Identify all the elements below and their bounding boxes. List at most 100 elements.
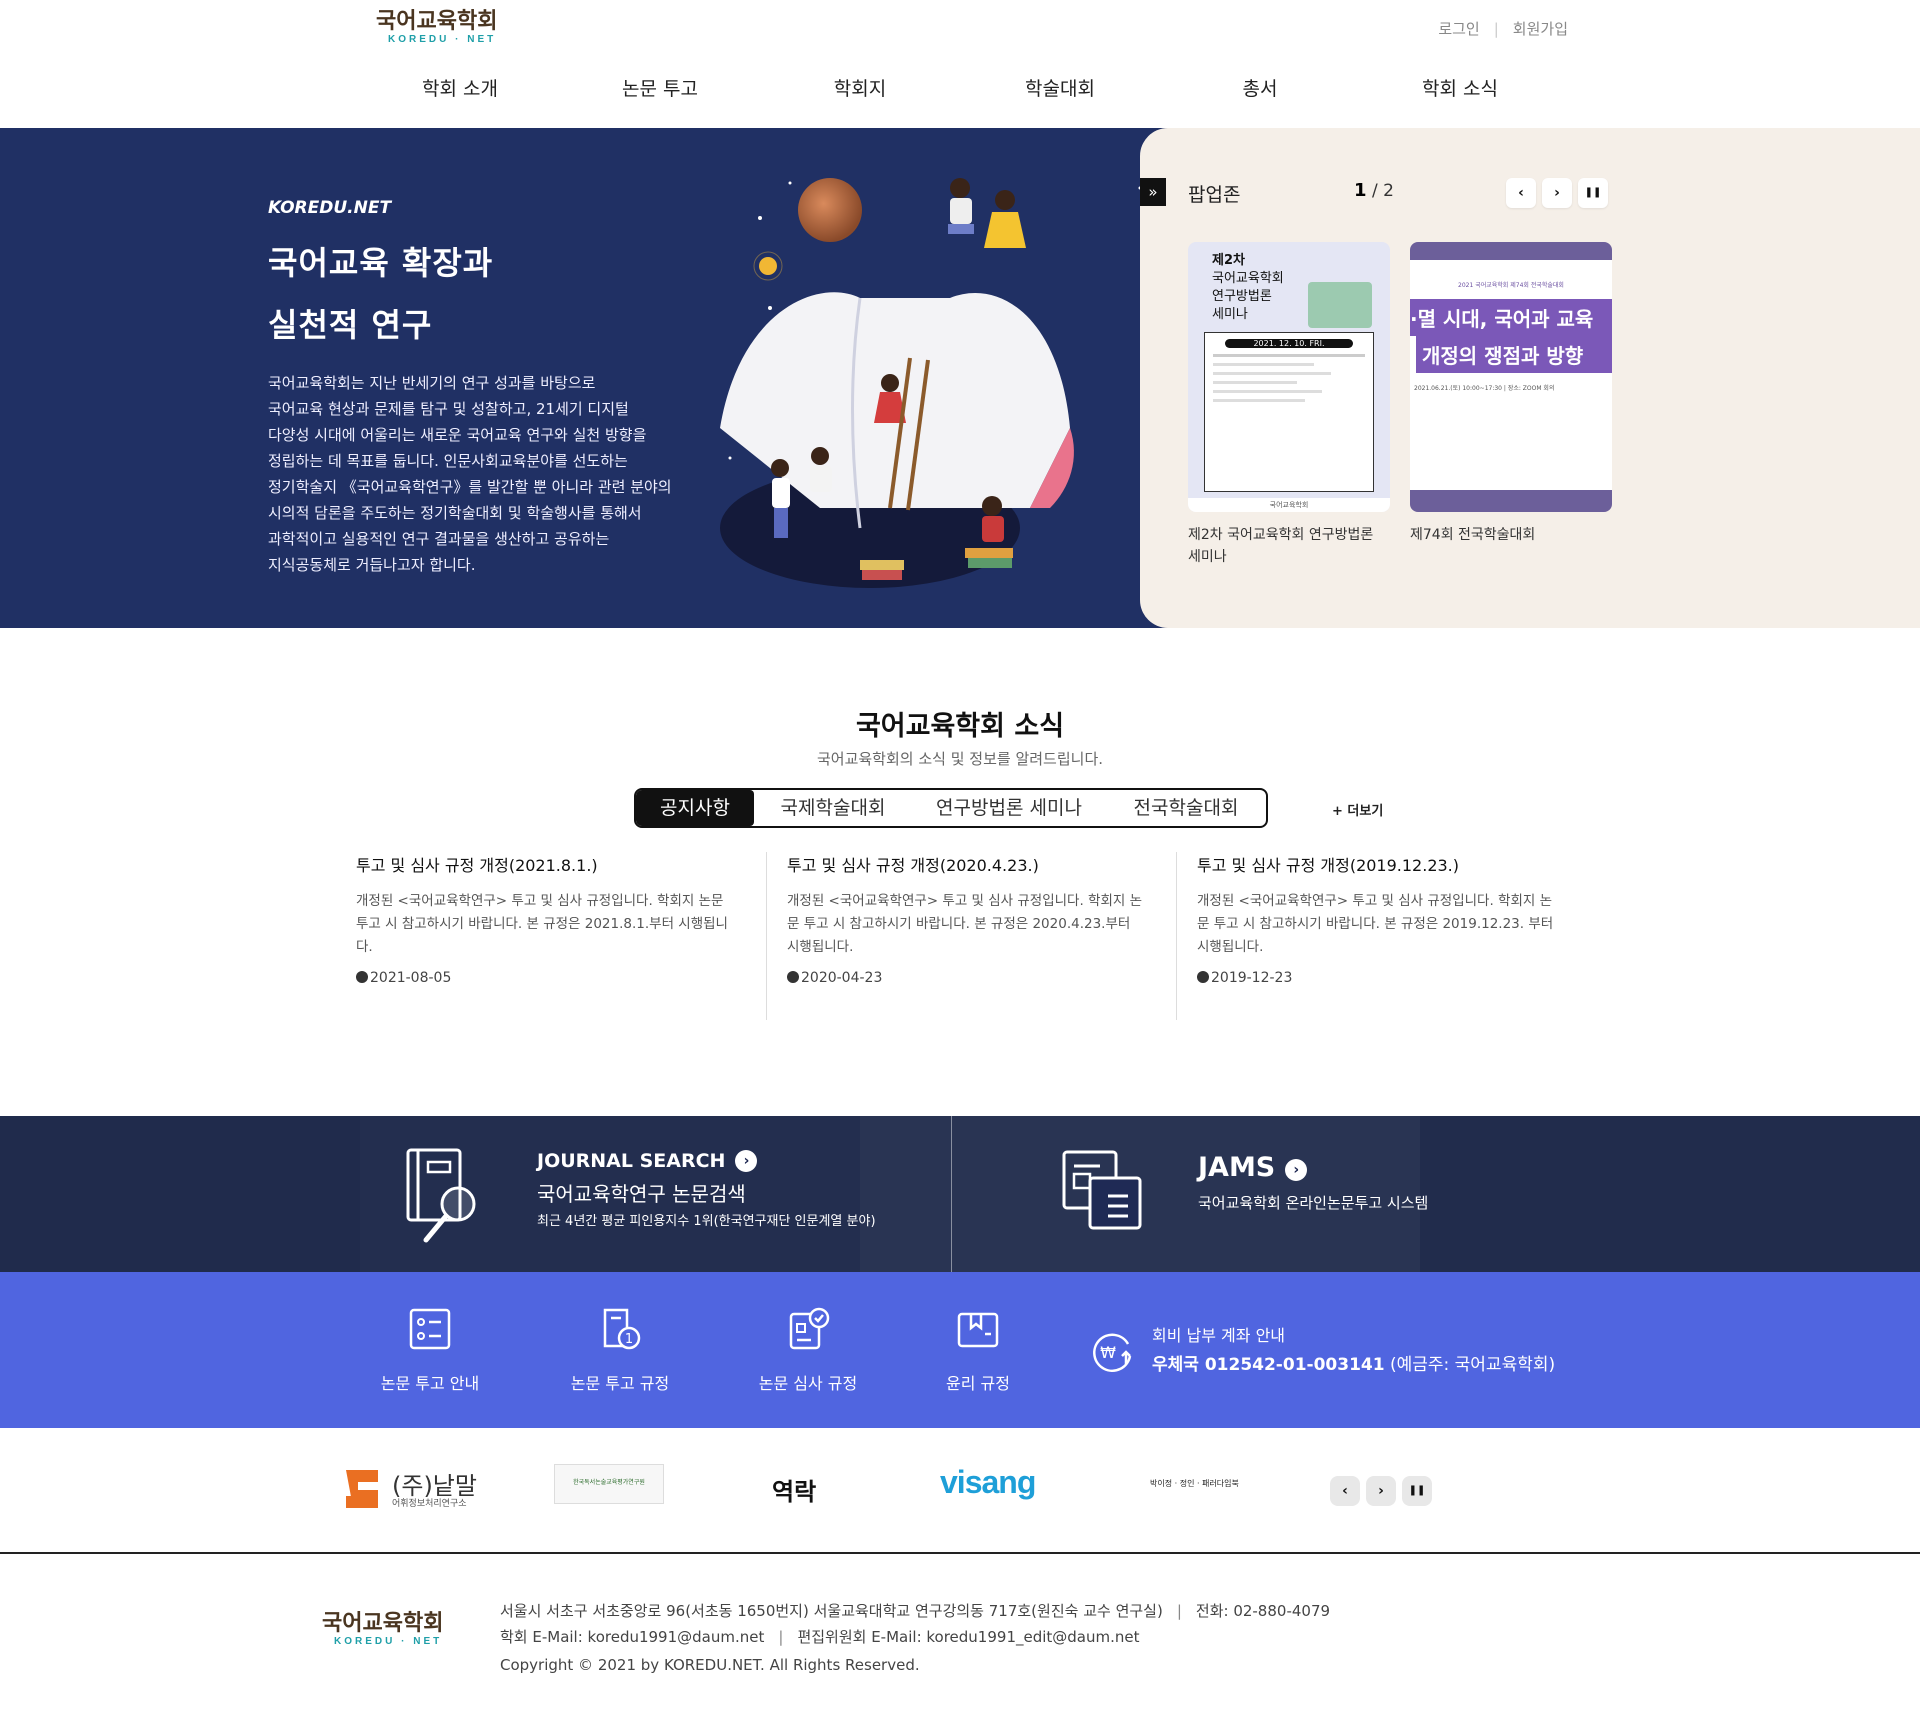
document-check-icon <box>789 1307 830 1350</box>
news-item-date: 2020-04-23 <box>787 970 1144 986</box>
news-tabs: 공지사항 국제학술대회 연구방법론 세미나 전국학술대회 <box>634 788 1268 828</box>
popup-total: / 2 <box>1371 181 1394 201</box>
partner-prev-button[interactable]: ‹ <box>1330 1476 1360 1506</box>
banner-overlay <box>0 1116 1920 1272</box>
tab-international-conference[interactable]: 국제학술대회 <box>754 790 912 826</box>
quick-item-label: 논문 투고 규정 <box>570 1374 670 1393</box>
clock-icon <box>356 971 368 983</box>
hero-brand: KOREDU.NET <box>268 198 392 218</box>
partner-logo-pijeong[interactable]: 박이정 · 정인 · 패러다임북 <box>1150 1478 1250 1532</box>
tab-notice[interactable]: 공지사항 <box>636 790 754 826</box>
clock-icon <box>1197 971 1209 983</box>
tab-national-conference[interactable]: 전국학술대회 <box>1106 790 1266 826</box>
poster-line: 국어교육학회 <box>1212 271 1284 286</box>
clock-icon <box>787 971 799 983</box>
hero-desc-line: 다양성 시대에 어울리는 새로운 국어교육 연구와 실천 방향을 <box>268 426 647 444</box>
popup-prev-button[interactable]: ‹ <box>1506 178 1536 208</box>
arrow-right-icon[interactable]: › <box>1285 1159 1308 1181</box>
partner-logo-natmal[interactable]: (주)낱말 어휘정보처리연구소 <box>344 1462 484 1516</box>
news-item-desc: 개정된 <국어교육학연구> 투고 및 심사 규정입니다. 학회지 논문 투고 시… <box>1197 893 1554 955</box>
book-search-icon <box>406 1148 476 1243</box>
books-icon <box>1308 282 1372 328</box>
nav-item-about[interactable]: 학회 소개 <box>360 74 560 104</box>
popup-title: 팝업존 <box>1188 184 1241 206</box>
news-item[interactable]: 투고 및 심사 규정 개정(2019.12.23.) 개정된 <국어교육학연구>… <box>1176 852 1586 1020</box>
news-item-title: 투고 및 심사 규정 개정(2019.12.23.) <box>1197 856 1460 875</box>
footer-address: 서울시 서초구 서초중앙로 96(서초동 1650번지) 서울교육대학교 연구강… <box>500 1602 1163 1620</box>
footer-separator: | <box>1176 1602 1182 1620</box>
jams-heading[interactable]: JAMS › <box>1198 1152 1308 1183</box>
hero-title-line1: 국어교육 확장과 <box>268 244 494 282</box>
news-date-text: 2019-12-23 <box>1211 970 1293 986</box>
site-logo[interactable]: 국어교육학회 KOREDU · NET <box>376 8 506 48</box>
quick-item-review-rules[interactable]: 논문 심사 규정 <box>738 1306 878 1394</box>
link-separator: | <box>1493 20 1499 38</box>
news-item-desc: 개정된 <국어교육학연구> 투고 및 심사 규정입니다. 학회지 논문 투고 시… <box>356 893 728 955</box>
popup-card-caption: 제2차 국어교육학회 연구방법론 세미나 <box>1188 527 1374 565</box>
hero-desc-line: 정기학술지 《국어교육학연구》를 발간할 뿐 아니라 관련 분야의 <box>268 478 672 496</box>
footer-edit-email: 편집위원회 E-Mail: koredu1991_edit@daum.net <box>797 1628 1140 1646</box>
journal-search-heading[interactable]: JOURNAL SEARCH › <box>537 1150 758 1172</box>
news-item[interactable]: 투고 및 심사 규정 개정(2020.4.23.) 개정된 <국어교육학연구> … <box>766 852 1176 1020</box>
hero-desc-line: 과학적이고 실용적인 연구 결과물을 생산하고 공유하는 <box>268 530 610 548</box>
footer-info: 서울시 서초구 서초중앙로 96(서초동 1650번지) 서울교육대학교 연구강… <box>500 1598 1330 1650</box>
journal-search-title: 국어교육학연구 논문검색 <box>537 1182 746 1206</box>
partner-logo-visang[interactable]: visang <box>940 1464 1060 1518</box>
hero-title-line2: 실천적 연구 <box>268 306 433 344</box>
journal-search-desc: 최근 4년간 평균 피인용지수 1위(한국연구재단 인문계열 분야) <box>537 1214 876 1229</box>
quick-item-ethics-rules[interactable]: 윤리 규정 <box>908 1306 1048 1394</box>
account-number-text: 우체국 012542-01-003141 <box>1152 1355 1385 1375</box>
quick-item-submission-guide[interactable]: 논문 투고 안내 <box>360 1306 500 1394</box>
hero-desc-line: 지식공동체로 거듭나고자 합니다. <box>268 556 476 574</box>
popup-card[interactable]: 제2차 국어교육학회 연구방법론 세미나 2021. 12. 10. FRI. … <box>1188 242 1390 568</box>
popup-toggle-button[interactable]: » <box>1140 178 1166 206</box>
join-link[interactable]: 회원가입 <box>1513 20 1568 38</box>
poster-top: 2021 국어교육학회 제74회 전국학술대회 <box>1458 282 1564 289</box>
logo-english-text: KOREDU · NET <box>388 34 497 45</box>
account-number: 우체국 012542-01-003141 (예금주: 국어교육학회) <box>1152 1350 1555 1375</box>
tab-methodology-seminar[interactable]: 연구방법론 세미나 <box>912 790 1106 826</box>
footer-copyright: Copyright © 2021 by KOREDU.NET. All Righ… <box>500 1656 920 1674</box>
partner-logo-reading-institute[interactable]: 한국독서논술교육평가연구원 <box>554 1464 664 1504</box>
partner-logo-yeokrak[interactable]: 역락 <box>772 1472 842 1526</box>
popup-card[interactable]: 2021 국어교육학회 제74회 전국학술대회 ·멸 시대, 국어과 교육 개정… <box>1410 242 1612 546</box>
quick-item-label: 논문 투고 안내 <box>380 1374 480 1393</box>
news-section-title: 국어교육학회 소식 <box>855 711 1065 742</box>
account-holder: (예금주: 국어교육학회) <box>1384 1355 1556 1375</box>
footer-separator: | <box>778 1628 784 1646</box>
arrow-right-icon[interactable]: › <box>735 1150 758 1172</box>
news-item-date: 2019-12-23 <box>1197 970 1554 986</box>
partner-pause-button[interactable]: ❚❚ <box>1402 1476 1432 1506</box>
footer-logo-korean: 국어교육학회 <box>322 1610 444 1636</box>
nav-item-conference[interactable]: 학술대회 <box>960 74 1160 104</box>
hero-book-illustration <box>720 178 1142 588</box>
nav-item-submission[interactable]: 논문 투고 <box>560 74 760 104</box>
nav-item-series[interactable]: 총서 <box>1160 74 1360 104</box>
scroll-number-icon: 1 <box>603 1308 641 1350</box>
hero-desc-line: 정립하는 데 목표를 둡니다. 인문사회교육분야를 선도하는 <box>268 452 628 470</box>
poster-date: 2021. 12. 10. FRI. <box>1225 339 1353 348</box>
hero-text: KOREDU.NET 국어교육 확장과 실천적 연구 국어교육학회는 지난 반세… <box>268 198 718 578</box>
popup-next-button[interactable]: › <box>1542 178 1572 208</box>
nav-item-journal[interactable]: 학회지 <box>760 74 960 104</box>
news-item-date: 2021-08-05 <box>356 970 734 986</box>
won-currency-icon: ₩ <box>1093 1333 1132 1373</box>
footer-logo-english: KOREDU · NET <box>334 1636 443 1647</box>
popup-card-caption: 제74회 전국학술대회 <box>1410 527 1536 543</box>
nav-item-news[interactable]: 학회 소식 <box>1360 74 1560 104</box>
news-item[interactable]: 투고 및 심사 규정 개정(2021.8.1.) 개정된 <국어교육학연구> 투… <box>356 852 766 1020</box>
popup-pause-button[interactable]: ❚❚ <box>1578 178 1608 208</box>
popup-zone: » 팝업존 1 / 2 ‹ › ❚❚ 제2차 국어교육학회 연구방법론 세미나 … <box>1140 128 1920 628</box>
site-footer: 국어교육학회 KOREDU · NET 서울시 서초구 서초중앙로 96(서초동… <box>0 1552 1920 1718</box>
footer-logo[interactable]: 국어교육학회 KOREDU · NET <box>322 1610 452 1650</box>
partner-next-button[interactable]: › <box>1366 1476 1396 1506</box>
footer-email: 학회 E-Mail: koredu1991@daum.net <box>500 1628 765 1646</box>
quick-item-submission-rules[interactable]: 1 논문 투고 규정 <box>550 1306 690 1394</box>
login-link[interactable]: 로그인 <box>1438 20 1479 38</box>
account-title: 회비 납부 계좌 안내 <box>1152 1326 1286 1345</box>
more-link[interactable]: + 더보기 <box>1332 800 1383 819</box>
logo-korean-text: 국어교육학회 <box>376 8 498 34</box>
poster-footer: 국어교육학회 <box>1188 498 1390 512</box>
news-item-desc: 개정된 <국어교육학연구> 투고 및 심사 규정입니다. 학회지 논문 투고 시… <box>787 893 1143 955</box>
site-header: 국어교육학회 KOREDU · NET 로그인 | 회원가입 학회 소개 논문 투고… <box>0 0 1920 128</box>
